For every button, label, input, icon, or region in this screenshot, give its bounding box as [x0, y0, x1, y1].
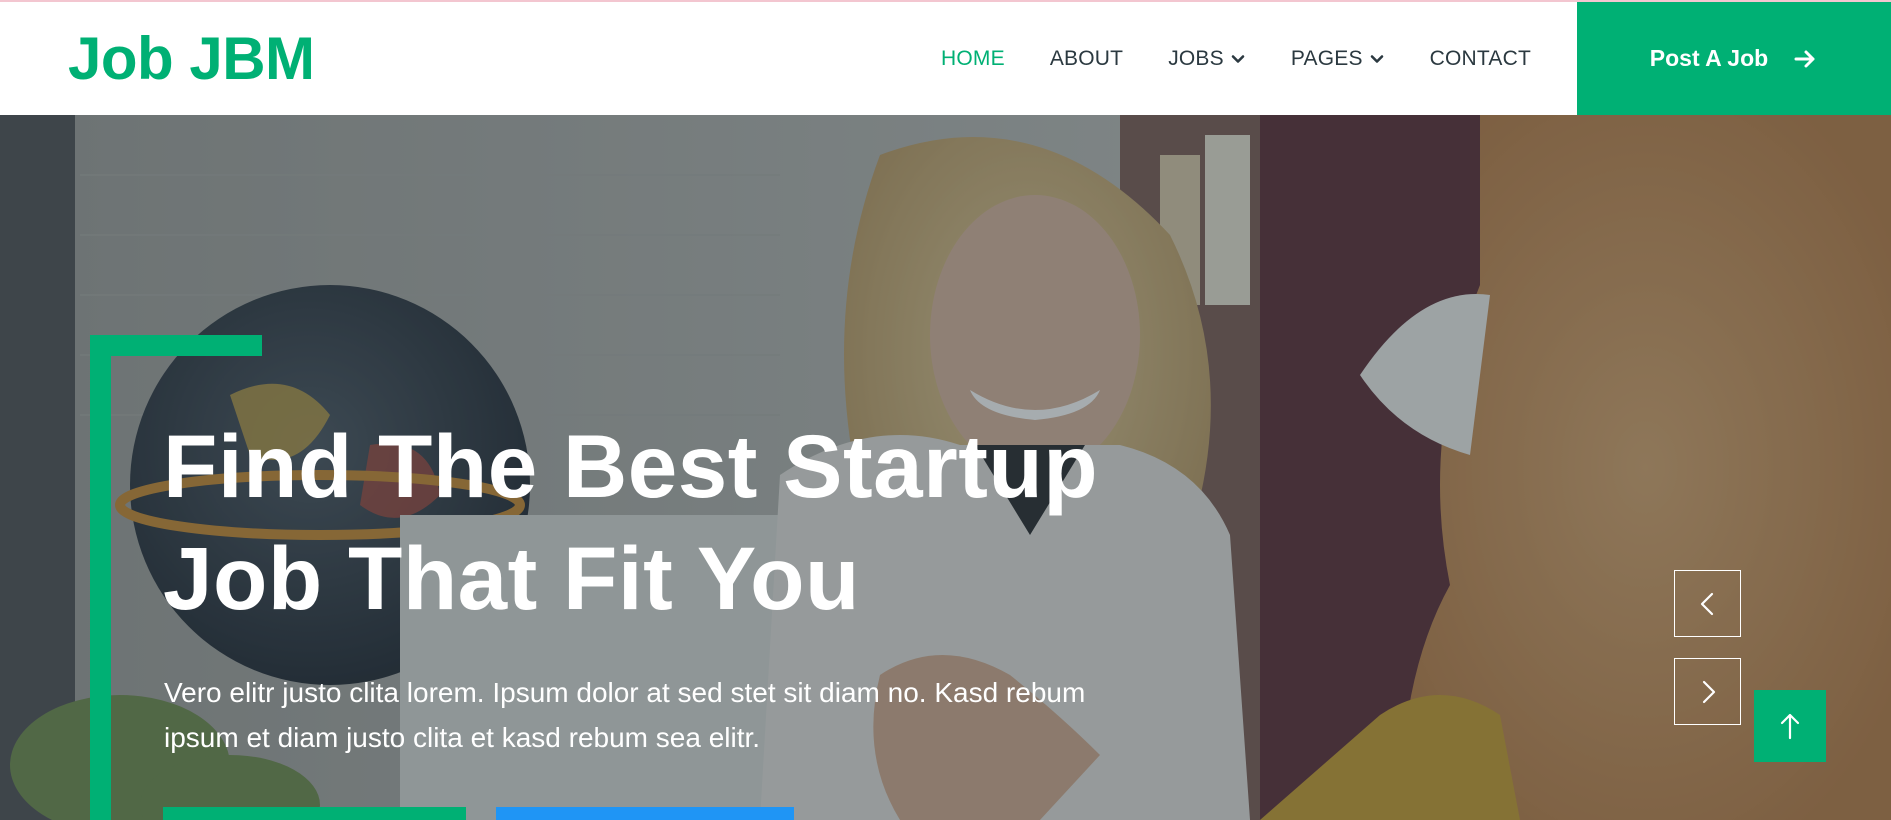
- nav-links: HOME ABOUT JOBS PAGES CONTACT: [896, 2, 1531, 115]
- hero-description-line: ipsum et diam justo clita et kasd rebum …: [164, 722, 761, 753]
- post-a-job-button[interactable]: Post A Job: [1577, 2, 1891, 115]
- chevron-right-icon: [1702, 680, 1715, 703]
- nav-item-label: PAGES: [1290, 46, 1363, 70]
- nav-item-pages[interactable]: PAGES: [1291, 47, 1385, 71]
- hero-secondary-button[interactable]: [496, 807, 794, 820]
- back-to-top-button[interactable]: [1754, 690, 1826, 762]
- hero-carousel: Find The Best Startup Job That Fit You V…: [0, 115, 1891, 820]
- chevron-down-icon: [1370, 54, 1383, 63]
- carousel-prev-button[interactable]: [1674, 570, 1741, 637]
- hero-primary-button[interactable]: [163, 807, 466, 820]
- nav-item-about[interactable]: ABOUT: [1050, 47, 1123, 71]
- nav-item-jobs[interactable]: JOBS: [1168, 47, 1246, 71]
- nav-item-label: CONTACT: [1429, 46, 1531, 70]
- brand-logo[interactable]: Job JBM: [68, 24, 315, 94]
- navbar: Job JBM HOME ABOUT JOBS PAGES CONTACT Po…: [0, 2, 1891, 115]
- post-a-job-label: Post A Job: [1649, 45, 1769, 71]
- hero-title: Find The Best Startup Job That Fit You: [163, 410, 1263, 634]
- hero-description-line: Vero elitr justo clita lorem. Ipsum dolo…: [164, 677, 1086, 708]
- hero-title-line: Find The Best Startup: [163, 416, 1099, 516]
- decorative-frame-vertical: [90, 335, 111, 820]
- carousel-next-button[interactable]: [1674, 658, 1741, 725]
- decorative-frame-horizontal: [90, 335, 262, 356]
- hero-description: Vero elitr justo clita lorem. Ipsum dolo…: [164, 670, 1184, 760]
- nav-item-label: JOBS: [1168, 46, 1224, 70]
- nav-item-home[interactable]: HOME: [941, 47, 1005, 71]
- arrow-right-icon: [1794, 50, 1815, 67]
- nav-item-label: HOME: [941, 46, 1005, 70]
- hero-title-line: Job That Fit You: [163, 528, 860, 628]
- chevron-left-icon: [1700, 592, 1713, 615]
- chevron-down-icon: [1231, 54, 1245, 63]
- nav-item-contact[interactable]: CONTACT: [1430, 47, 1531, 71]
- nav-item-label: ABOUT: [1049, 46, 1124, 70]
- arrow-up-icon: [1780, 713, 1800, 740]
